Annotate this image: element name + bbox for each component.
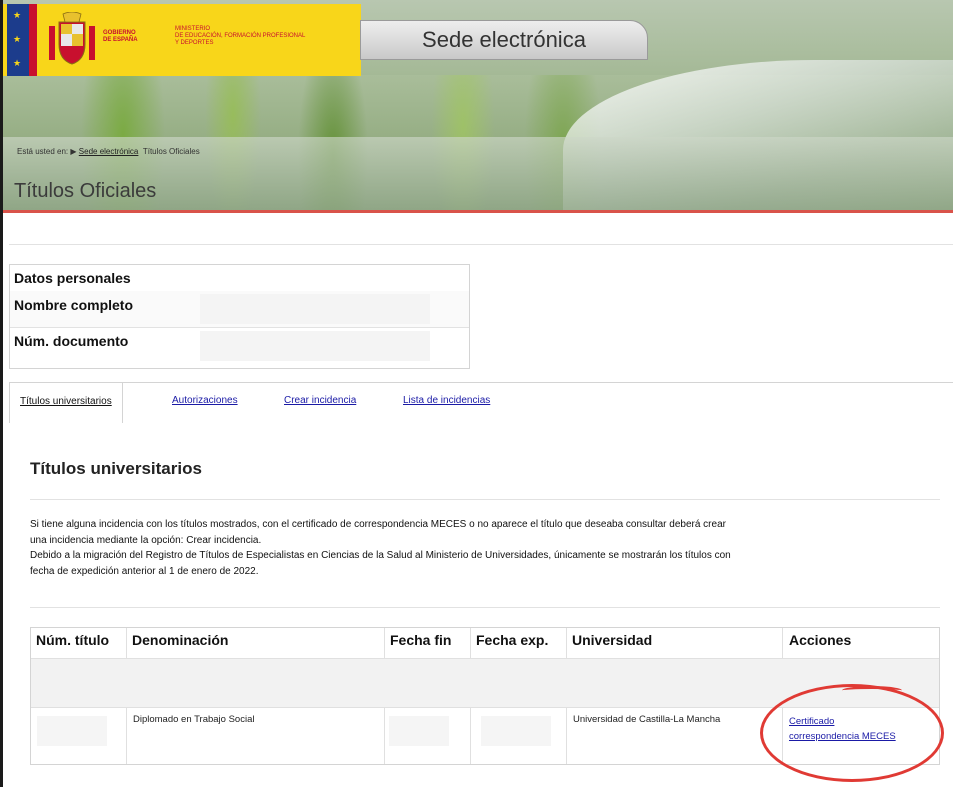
name-label: Nombre completo bbox=[14, 297, 134, 313]
document-row: Núm. documento bbox=[10, 327, 469, 367]
header-accent-line bbox=[3, 210, 953, 213]
divider bbox=[9, 244, 953, 245]
tab-autorizaciones[interactable]: Autorizaciones bbox=[172, 395, 238, 406]
gobierno-espana-text: GOBIERNO DE ESPAÑA bbox=[103, 30, 138, 44]
breadcrumb-prefix: Está usted en: bbox=[17, 147, 69, 156]
redacted-value bbox=[389, 716, 449, 746]
col-header-denominacion: Denominación bbox=[127, 628, 385, 658]
col-header-fecha-fin: Fecha fin bbox=[385, 628, 471, 658]
personal-heading-row: Datos personales bbox=[10, 265, 469, 292]
breadcrumb-link-sede[interactable]: Sede electrónica bbox=[79, 147, 139, 156]
table-row: Diplomado en Trabajo Social Universidad … bbox=[31, 708, 939, 764]
name-row: Nombre completo bbox=[10, 291, 469, 328]
page-title: Títulos Oficiales bbox=[14, 180, 157, 202]
notice-text: Si tiene alguna incidencia con los títul… bbox=[30, 517, 940, 579]
cell-acciones: Certificado correspondencia MECES bbox=[783, 708, 939, 764]
cell-denominacion: Diplomado en Trabajo Social bbox=[127, 708, 385, 764]
document-label: Núm. documento bbox=[14, 333, 129, 349]
titles-table: Núm. título Denominación Fecha fin Fecha… bbox=[30, 627, 940, 765]
personal-heading: Datos personales bbox=[14, 270, 131, 286]
col-header-num-titulo: Núm. título bbox=[31, 628, 127, 658]
gov-line-2: DE ESPAÑA bbox=[103, 37, 138, 43]
notice-line-4: fecha de expedición anterior al 1 de ene… bbox=[30, 565, 259, 577]
cell-num-titulo bbox=[31, 708, 127, 764]
name-value bbox=[200, 294, 430, 324]
ministry-line-3: Y DEPORTES bbox=[175, 40, 214, 46]
divider bbox=[30, 607, 940, 608]
ministry-line-1: MINISTERIO bbox=[175, 26, 211, 32]
link-line-1: Certificado bbox=[789, 716, 835, 727]
col-header-fecha-exp: Fecha exp. bbox=[471, 628, 567, 658]
breadcrumb: Está usted en: ▶ Sede electrónica Título… bbox=[17, 147, 200, 156]
notice-line-1: Si tiene alguna incidencia con los títul… bbox=[30, 519, 726, 530]
coat-of-arms-icon bbox=[49, 12, 95, 65]
personal-data-panel: Datos personales Nombre completo Núm. do… bbox=[9, 264, 470, 369]
certificado-meces-link[interactable]: Certificado correspondencia MECES bbox=[789, 716, 896, 742]
breadcrumb-current: Títulos Oficiales bbox=[142, 147, 200, 156]
tab-titulos-universitarios[interactable]: Títulos universitarios bbox=[9, 383, 123, 423]
document-value bbox=[200, 331, 430, 361]
table-blank-row bbox=[31, 658, 939, 708]
sede-electronica-tab[interactable]: Sede electrónica bbox=[360, 20, 648, 60]
gov-line-1: GOBIERNO bbox=[103, 30, 136, 36]
cell-fecha-fin bbox=[385, 708, 471, 764]
redacted-value bbox=[481, 716, 551, 746]
tab-crear-incidencia[interactable]: Crear incidencia bbox=[284, 395, 356, 406]
cell-fecha-exp bbox=[471, 708, 567, 764]
divider bbox=[30, 499, 940, 500]
cell-universidad: Universidad de Castilla-La Mancha bbox=[567, 708, 783, 764]
notice-line-2: una incidencia mediante la opción: Crear… bbox=[30, 534, 262, 546]
tab-bar: Títulos universitarios Autorizaciones Cr… bbox=[9, 382, 953, 423]
col-header-universidad: Universidad bbox=[567, 628, 783, 658]
eu-flag-icon: ★ ★ ★ bbox=[7, 4, 29, 76]
spain-flag-icon bbox=[29, 4, 37, 76]
col-header-acciones: Acciones bbox=[789, 632, 852, 648]
redacted-value bbox=[37, 716, 107, 746]
ministry-text: MINISTERIO DE EDUCACIÓN, FORMACIÓN PROFE… bbox=[175, 26, 305, 47]
breadcrumb-arrow-icon: ▶ bbox=[70, 147, 77, 156]
notice-line-3: Debido a la migración del Registro de Tí… bbox=[30, 550, 731, 561]
link-line-2: correspondencia MECES bbox=[789, 731, 896, 742]
section-title: Títulos universitarios bbox=[30, 459, 202, 478]
ministry-line-2: DE EDUCACIÓN, FORMACIÓN PROFESIONAL bbox=[175, 33, 306, 39]
tab-lista-incidencias[interactable]: Lista de incidencias bbox=[403, 395, 490, 406]
